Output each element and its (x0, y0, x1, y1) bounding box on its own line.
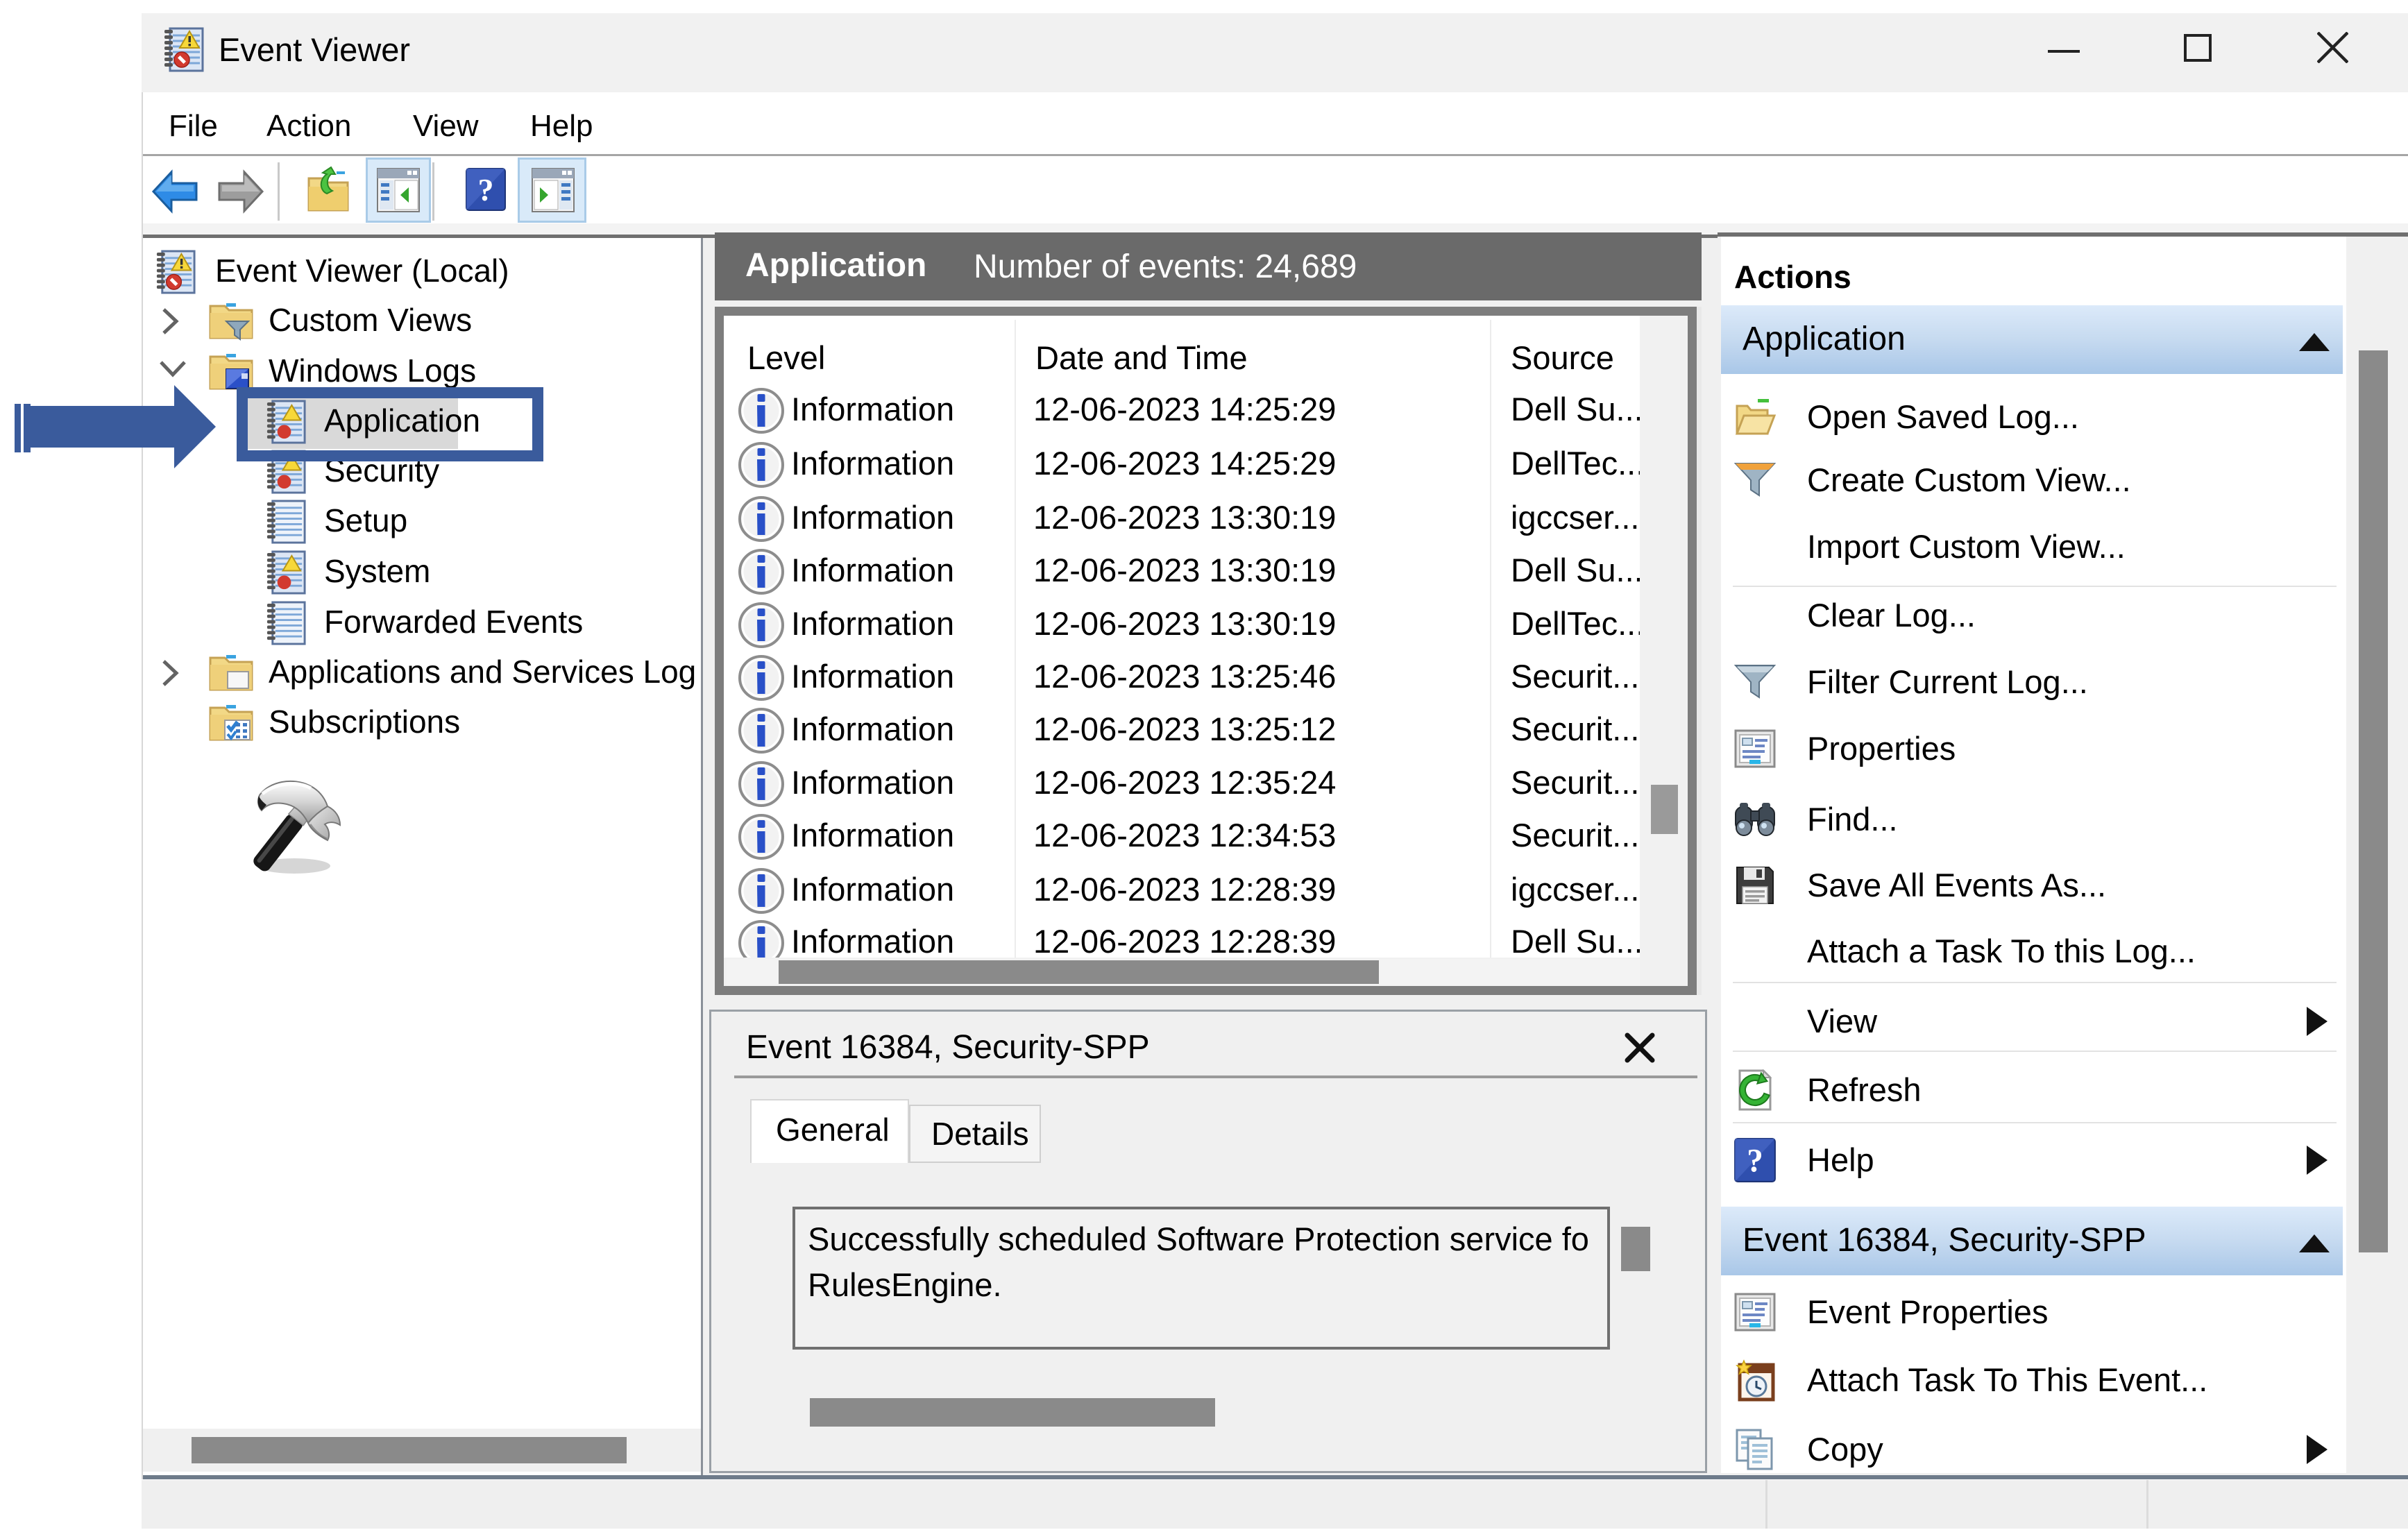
svg-text:?: ? (1747, 1143, 1763, 1180)
